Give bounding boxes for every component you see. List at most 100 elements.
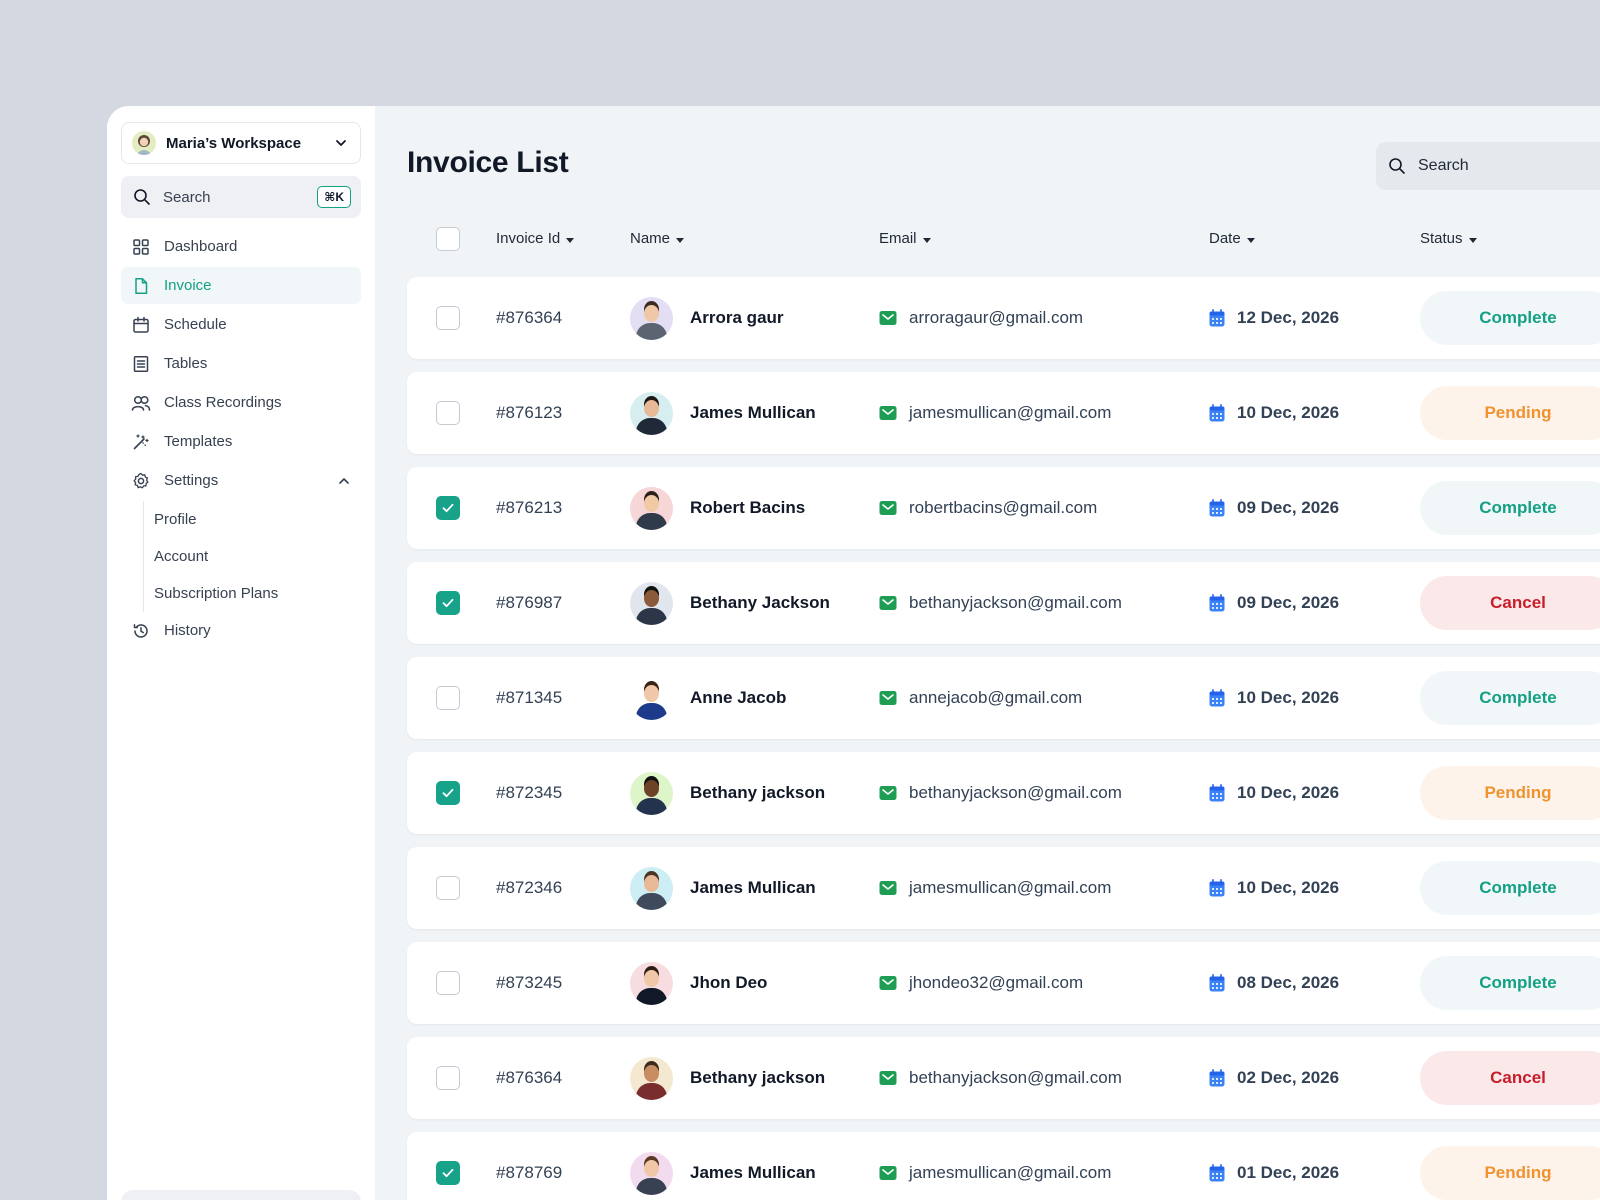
customer-name: Anne Jacob — [690, 688, 787, 707]
row-checkbox-cell — [436, 372, 460, 454]
date-cell: 10 Dec, 2026 — [1209, 372, 1339, 454]
email-cell: bethanyjackson@gmail.com — [879, 1037, 1122, 1119]
date-cell: 09 Dec, 2026 — [1209, 467, 1339, 549]
date-cell: 01 Dec, 2026 — [1209, 1132, 1339, 1200]
column-date[interactable]: Date — [1209, 230, 1255, 247]
shortcut-badge: ⌘K — [317, 186, 351, 208]
calendar-icon — [1209, 879, 1225, 897]
customer-name: James Mullican — [690, 1163, 816, 1182]
table-row[interactable]: #876364 Bethany jackson bethanyjackson@g… — [407, 1037, 1600, 1119]
row-checkbox[interactable] — [436, 496, 460, 520]
table-row[interactable]: #873245 Jhon Deo jhondeo32@gmail.com 08 … — [407, 942, 1600, 1024]
search-icon — [134, 189, 150, 205]
status-badge[interactable]: Pending — [1420, 386, 1600, 440]
search-input[interactable]: Search — [1376, 142, 1600, 190]
column-status[interactable]: Status — [1420, 230, 1477, 247]
customer-cell: Anne Jacob — [630, 657, 786, 739]
sidebar-footer-card — [121, 1190, 361, 1200]
mail-icon — [879, 976, 897, 990]
row-checkbox-cell — [436, 277, 460, 359]
status-badge[interactable]: Complete — [1420, 671, 1600, 725]
sidebar-item-dashboard[interactable]: Dashboard — [121, 228, 361, 265]
status-badge[interactable]: Complete — [1420, 291, 1600, 345]
invoice-id: #873245 — [496, 973, 563, 992]
row-checkbox[interactable] — [436, 1161, 460, 1185]
status-label: Complete — [1479, 878, 1557, 897]
invoice-id: #876987 — [496, 593, 563, 612]
calendar-icon — [1209, 309, 1225, 327]
row-checkbox[interactable] — [436, 781, 460, 805]
table-row[interactable]: #876364 Arrora gaur arroragaur@gmail.com… — [407, 277, 1600, 359]
table-row[interactable]: #878769 James Mullican jamesmullican@gma… — [407, 1132, 1600, 1200]
status-badge[interactable]: Complete — [1420, 956, 1600, 1010]
sidebar-item-invoice[interactable]: Invoice — [121, 267, 361, 304]
avatar — [630, 866, 673, 910]
row-checkbox[interactable] — [436, 591, 460, 615]
customer-email: jamesmullican@gmail.com — [909, 403, 1112, 422]
invoice-id: #876213 — [496, 498, 563, 517]
table-row[interactable]: #876987 Bethany Jackson bethanyjackson@g… — [407, 562, 1600, 644]
row-checkbox[interactable] — [436, 876, 460, 900]
sidebar-item-history[interactable]: History — [121, 612, 361, 649]
customer-name: Bethany jackson — [690, 783, 826, 802]
check-icon — [442, 503, 454, 513]
row-checkbox[interactable] — [436, 401, 460, 425]
chevron-up-icon[interactable] — [337, 474, 351, 488]
column-name[interactable]: Name — [630, 230, 685, 247]
row-checkbox[interactable] — [436, 971, 460, 995]
sidebar-item-tables[interactable]: Tables — [121, 345, 361, 382]
date-cell: 09 Dec, 2026 — [1209, 562, 1339, 644]
customer-name: Robert Bacins — [690, 498, 806, 517]
workspace-switcher[interactable]: Maria’s Workspace — [121, 122, 361, 164]
customer-email: bethanyjackson@gmail.com — [909, 1068, 1122, 1087]
customer-email: jhondeo32@gmail.com — [909, 973, 1084, 992]
status-badge[interactable]: Complete — [1420, 861, 1600, 915]
invoice-date: 08 Dec, 2026 — [1237, 973, 1340, 992]
status-cell: Pending — [1420, 372, 1600, 454]
status-badge[interactable]: Cancel — [1420, 576, 1600, 630]
calendar-icon — [1209, 974, 1225, 992]
status-badge[interactable]: Cancel — [1420, 1051, 1600, 1105]
customer-name: James Mullican — [690, 403, 816, 422]
table-row[interactable]: #871345 Anne Jacob annejacob@gmail.com 1… — [407, 657, 1600, 739]
sort-caret-icon — [922, 237, 931, 243]
sidebar-search[interactable]: Search ⌘K — [121, 176, 361, 218]
subnav-item-account[interactable]: Account — [154, 538, 361, 575]
status-badge[interactable]: Pending — [1420, 766, 1600, 820]
table-row[interactable]: #876213 Robert Bacins robertbacins@gmail… — [407, 467, 1600, 549]
customer-cell: James Mullican — [630, 847, 816, 929]
avatar — [630, 961, 673, 1005]
row-checkbox[interactable] — [436, 1066, 460, 1090]
table-row[interactable]: #872345 Bethany jackson bethanyjackson@g… — [407, 752, 1600, 834]
status-badge[interactable]: Complete — [1420, 481, 1600, 535]
row-checkbox[interactable] — [436, 306, 460, 330]
sidebar-item-settings[interactable]: Settings — [121, 462, 361, 499]
customer-name: Bethany jackson — [690, 1068, 826, 1087]
column-invoice-id[interactable]: Invoice Id — [496, 230, 575, 247]
subnav-item-subscription-plans[interactable]: Subscription Plans — [154, 575, 361, 612]
sidebar-item-label: Settings — [164, 472, 219, 489]
table-row[interactable]: #872346 James Mullican jamesmullican@gma… — [407, 847, 1600, 929]
sidebar-item-schedule[interactable]: Schedule — [121, 306, 361, 343]
sidebar-item-templates[interactable]: Templates — [121, 423, 361, 460]
column-email[interactable]: Email — [879, 230, 931, 247]
status-cell: Complete — [1420, 657, 1600, 739]
table-row[interactable]: #876123 James Mullican jamesmullican@gma… — [407, 372, 1600, 454]
sidebar-item-class-recordings[interactable]: Class Recordings — [121, 384, 361, 421]
customer-email: annejacob@gmail.com — [909, 688, 1083, 707]
sort-caret-icon — [1468, 237, 1477, 243]
email-cell: robertbacins@gmail.com — [879, 467, 1097, 549]
calendar-icon — [131, 315, 151, 335]
mail-icon — [879, 311, 897, 325]
email-cell: jhondeo32@gmail.com — [879, 942, 1083, 1024]
avatar — [630, 676, 673, 720]
magic-wand-icon — [131, 432, 151, 452]
invoice-date: 12 Dec, 2026 — [1237, 308, 1340, 327]
check-icon — [442, 788, 454, 798]
date-cell: 08 Dec, 2026 — [1209, 942, 1339, 1024]
mail-icon — [879, 1166, 897, 1180]
row-checkbox[interactable] — [436, 686, 460, 710]
status-badge[interactable]: Pending — [1420, 1146, 1600, 1200]
select-all-checkbox[interactable] — [436, 227, 460, 251]
subnav-item-profile[interactable]: Profile — [154, 501, 361, 538]
